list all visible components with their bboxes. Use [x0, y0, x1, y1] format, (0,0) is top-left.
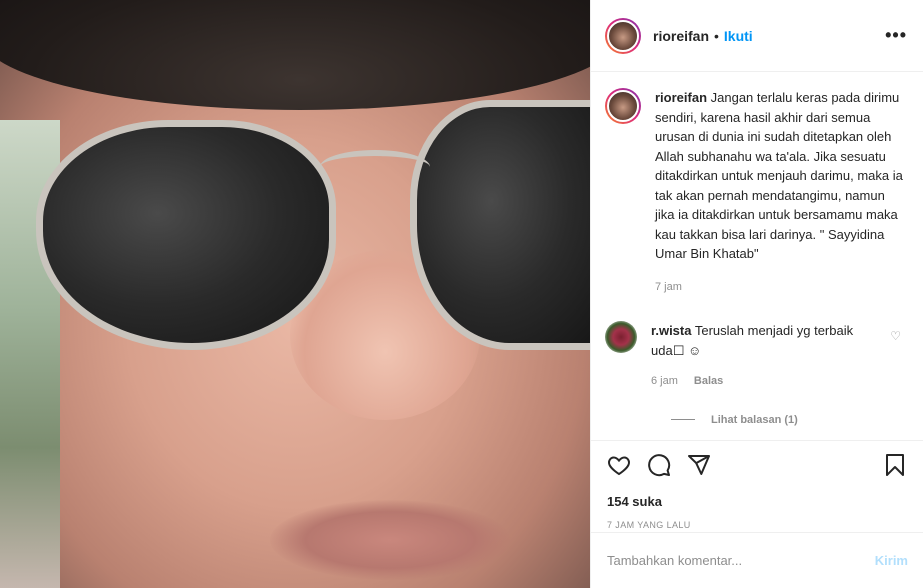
header-separator: •: [714, 27, 719, 44]
bookmark-icon[interactable]: [883, 453, 907, 477]
photo-lips: [270, 500, 510, 580]
commenter-username[interactable]: r.wista: [651, 323, 691, 338]
add-comment-bar: Kirim: [591, 532, 923, 588]
paper-plane-icon[interactable]: [687, 453, 711, 477]
photo-sunglasses-bridge: [320, 150, 430, 184]
commenter-avatar[interactable]: [605, 321, 637, 353]
author-username[interactable]: rioreifan: [653, 28, 709, 44]
caption-text: Jangan terlalu keras pada dirimu sendiri…: [655, 90, 903, 261]
caption-time[interactable]: 7 jam: [655, 278, 907, 298]
comment-time[interactable]: 6 jam: [651, 372, 678, 392]
replies-divider-line: [671, 419, 695, 420]
comment-input[interactable]: [607, 553, 875, 568]
caption-username[interactable]: rioreifan: [655, 90, 707, 105]
photo-sunglasses-left-lens: [36, 120, 336, 350]
action-bar: [607, 453, 907, 477]
post-comment-button[interactable]: Kirim: [875, 553, 908, 568]
view-replies-label: Lihat balasan (1): [711, 413, 798, 426]
comments-section: rioreifan Jangan terlalu keras pada diri…: [591, 72, 923, 440]
view-replies-button[interactable]: Lihat balasan (1): [671, 414, 907, 426]
author-avatar[interactable]: [605, 17, 641, 54]
caption-avatar[interactable]: [605, 88, 641, 124]
reply-button[interactable]: Balas: [694, 372, 723, 392]
post-date[interactable]: 7 JAM YANG LALU: [607, 520, 907, 530]
photo-hair: [0, 0, 590, 110]
heart-icon[interactable]: [607, 453, 631, 477]
caption: rioreifan Jangan terlalu keras pada diri…: [605, 88, 907, 297]
comment-item: r.wista Teruslah menjadi yg terbaik uda☐…: [605, 321, 907, 392]
more-options-icon[interactable]: •••: [885, 25, 907, 46]
comment-like-icon[interactable]: ♡: [890, 329, 901, 343]
post-side-panel: rioreifan • Ikuti ••• rioreifan Jangan t…: [590, 0, 923, 588]
comment-icon[interactable]: [647, 453, 671, 477]
follow-button[interactable]: Ikuti: [724, 28, 753, 44]
post-photo[interactable]: [0, 0, 590, 588]
like-count[interactable]: 154 suka: [607, 494, 907, 509]
post-header: rioreifan • Ikuti •••: [591, 0, 923, 72]
